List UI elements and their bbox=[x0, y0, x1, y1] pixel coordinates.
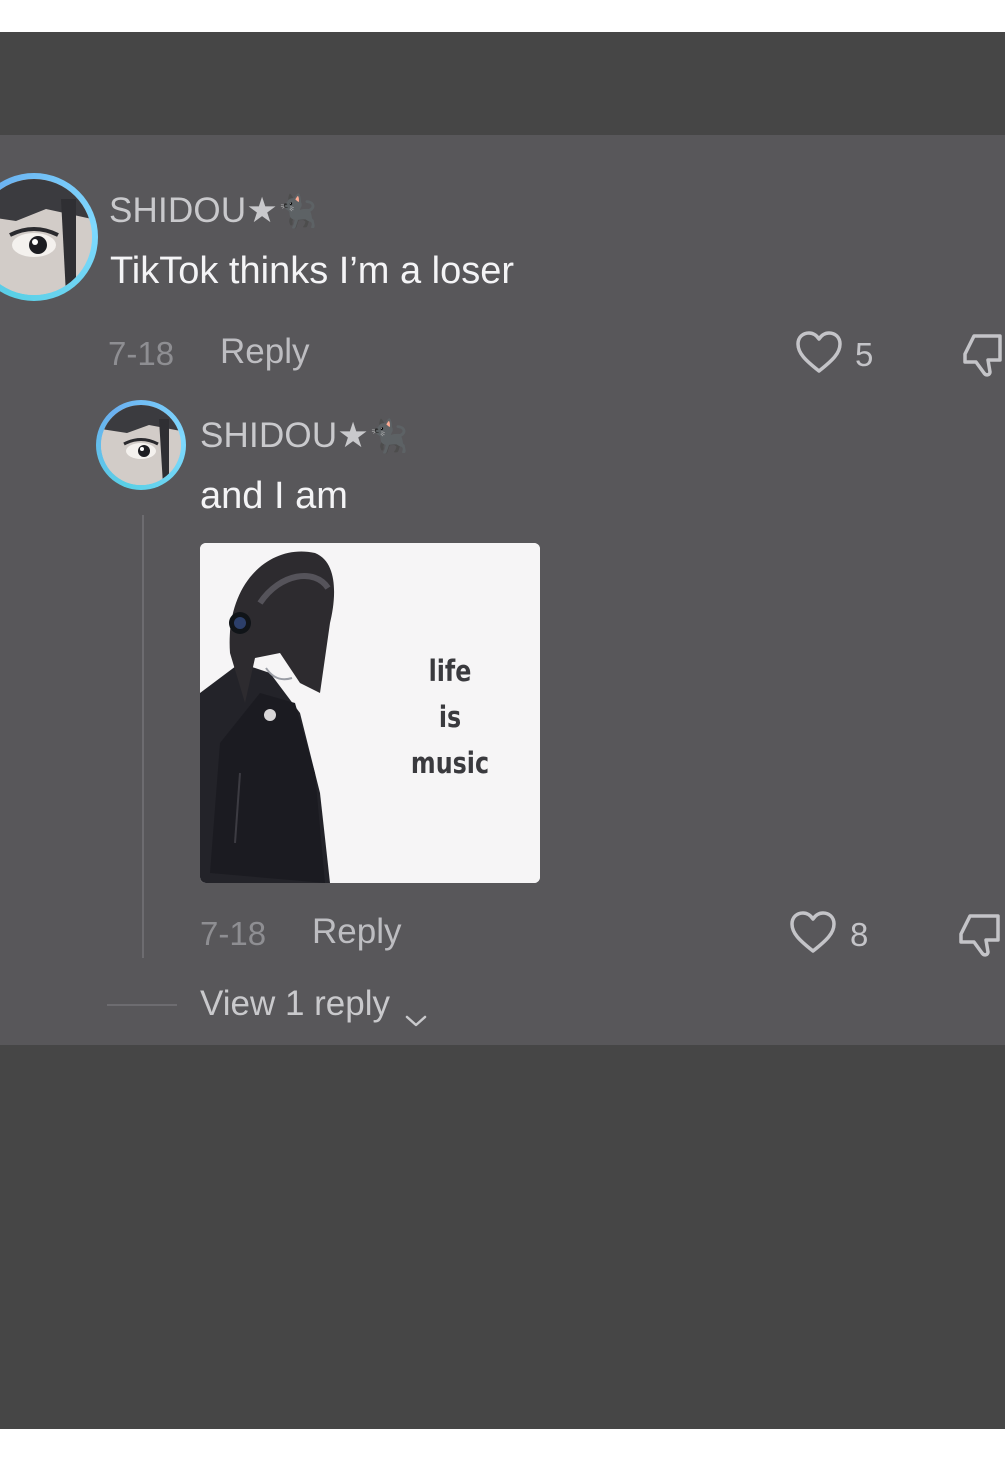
star-icon: ★ bbox=[246, 191, 278, 230]
view-replies-divider bbox=[107, 1004, 177, 1006]
reply-date: 7-18 bbox=[200, 915, 267, 952]
reply-button[interactable]: Reply bbox=[220, 332, 309, 372]
reply-username[interactable]: SHIDOU★🐈‍⬛ bbox=[200, 416, 409, 456]
thumbs-down-icon[interactable] bbox=[962, 330, 1005, 378]
commenter-username[interactable]: SHIDOU★🐈‍⬛ bbox=[109, 191, 318, 231]
sticker-caption: life is music bbox=[410, 654, 490, 780]
reply-button[interactable]: Reply bbox=[312, 912, 401, 952]
like-count: 5 bbox=[855, 336, 874, 373]
black-cat-icon: 🐈‍⬛ bbox=[277, 193, 318, 229]
comment-date: 7-18 bbox=[108, 335, 175, 372]
comment-text: TikTok thinks I’m a loser bbox=[110, 250, 515, 292]
black-cat-icon: 🐈‍⬛ bbox=[368, 418, 409, 454]
reply-sticker-image[interactable]: life is music bbox=[200, 543, 540, 883]
view-replies-button[interactable]: View 1 reply bbox=[200, 984, 428, 1026]
heart-outline-icon[interactable] bbox=[795, 330, 843, 375]
reply-avatar[interactable] bbox=[96, 400, 186, 490]
like-count: 8 bbox=[850, 916, 869, 953]
thumbs-down-icon[interactable] bbox=[958, 910, 1005, 958]
thread-line bbox=[142, 515, 144, 958]
view-replies-label: View 1 reply bbox=[200, 984, 391, 1023]
heart-outline-icon[interactable] bbox=[789, 910, 837, 955]
chevron-down-icon bbox=[404, 998, 428, 1026]
star-icon: ★ bbox=[337, 416, 369, 455]
reply-text: and I am bbox=[200, 475, 348, 517]
